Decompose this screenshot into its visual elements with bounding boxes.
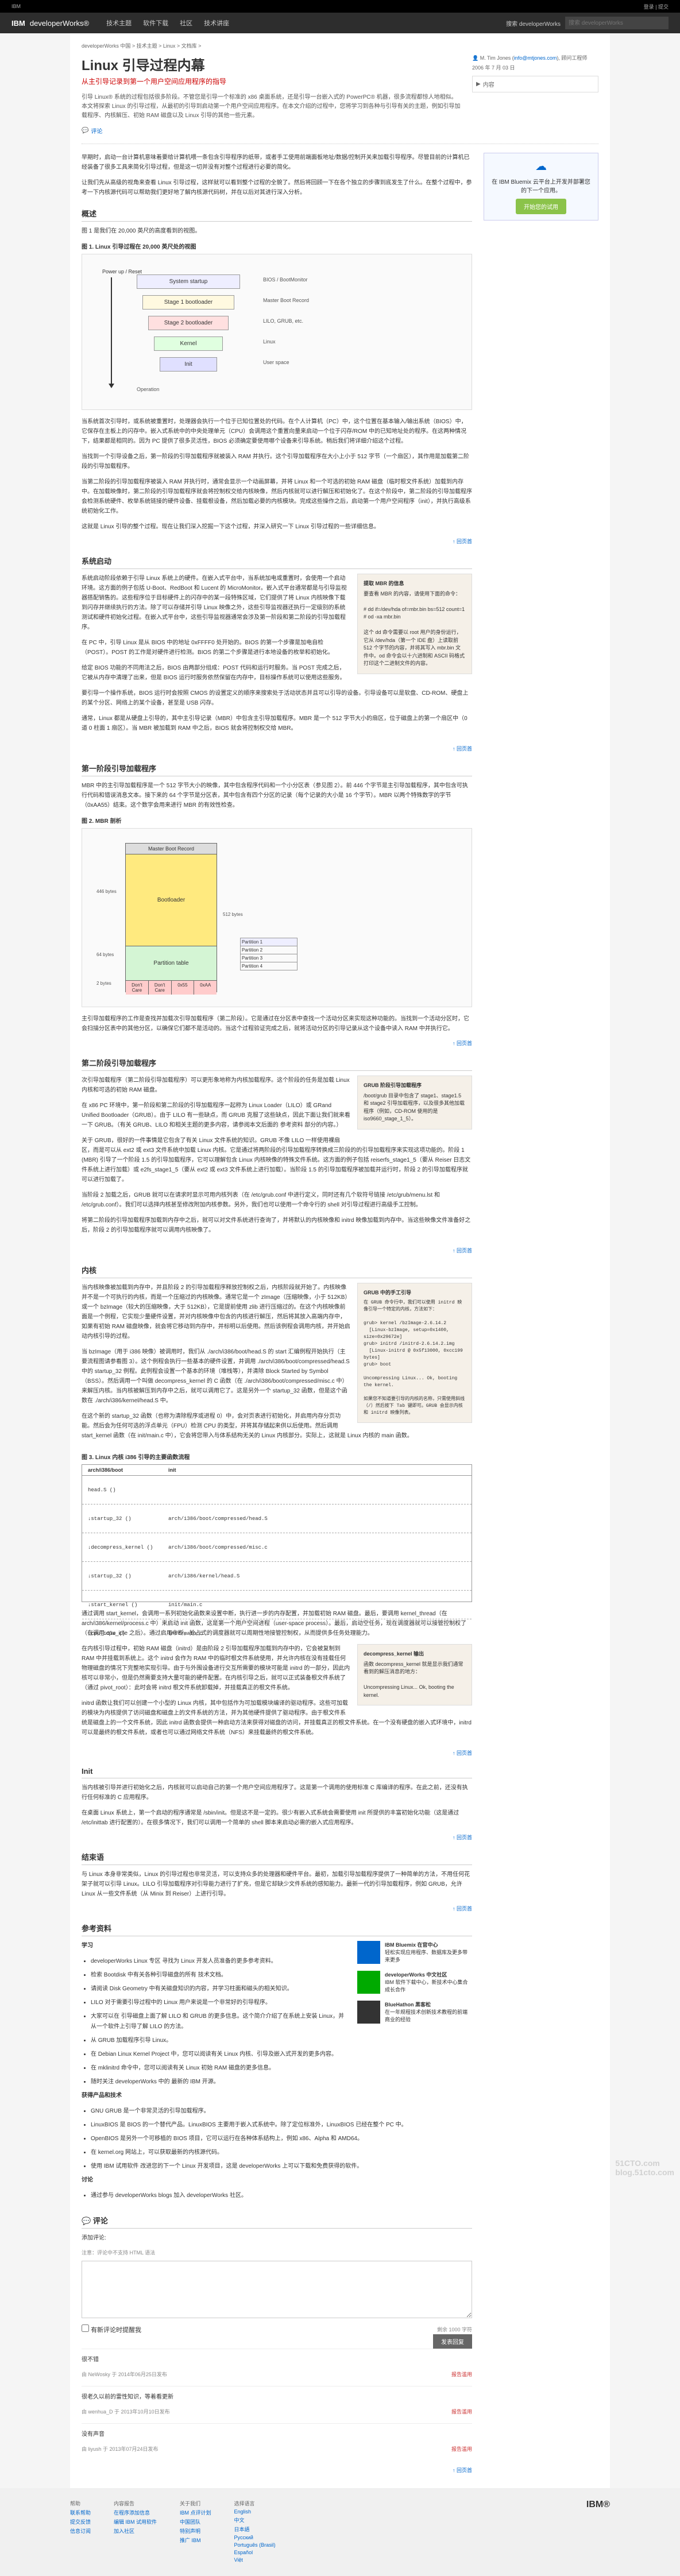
fig1-diagram: Power up / Reset System startup BIOS / B… <box>82 254 472 410</box>
back-top-link[interactable]: ↑ 回页首 <box>453 1906 472 1912</box>
back-top-link[interactable]: ↑ 回页首 <box>453 539 472 544</box>
nav-download[interactable]: 软件下载 <box>143 18 168 28</box>
fig3-title: 图 3. Linux 内核 i386 引导的主要函数流程 <box>82 1452 472 1461</box>
footer: 帮助联系帮助提交反馈信息订阅 内容报告在程序添加信息编辑 IBM 试用软件加入社… <box>0 2488 680 2576</box>
report-link[interactable]: 报告滥用 <box>451 2445 472 2453</box>
fig1-title: 图 1. Linux 引导过程在 20,000 英尺处的视图 <box>82 242 472 250</box>
p6: 这就是 Linux 引导的整个过程。现在让我们深入挖掘一下这个过程，并深入研究一… <box>82 522 472 532</box>
nav-community[interactable]: 社区 <box>180 18 192 28</box>
logo-dw[interactable]: developerWorks® <box>30 19 89 28</box>
search-input[interactable] <box>565 17 669 29</box>
back-top-link[interactable]: ↑ 回页首 <box>453 1750 472 1756</box>
promo-bluemix[interactable]: IBM Bluemix 在官中心轻松实现应用程序、数据库及更多带来更多 <box>357 1941 472 1964</box>
sec-stage1: 第一阶段引导加载程序 <box>82 763 472 776</box>
p16: 关于 GRUB，很好的一件事情是它包含了有关 Linux 文件系统的知识。GRU… <box>82 1136 472 1185</box>
sec-stage2: 第二阶段引导加载程序 <box>82 1057 472 1071</box>
p18: 将第二阶段的引导加载程序加载到内存中之后，就可以对文件系统进行查询了，并将默认的… <box>82 1216 472 1235</box>
main-nav: IBM developerWorks® 技术主题 软件下载 社区 技术讲座 搜索… <box>0 13 680 33</box>
sidebar-decompress: decompress_kernel 输出 函数 decompress_kerne… <box>357 1644 472 1705</box>
bluemix-try-button[interactable]: 开始您的试用 <box>516 199 566 214</box>
nav-talks[interactable]: 技术讲座 <box>204 18 229 28</box>
p5: 当第二阶段的引导加载程序被装入 RAM 并执行时，通常会显示一个动画屏幕，并将 … <box>82 477 472 516</box>
footer-col-content: 内容报告在程序添加信息编辑 IBM 试用软件加入社区 <box>114 2500 157 2565</box>
p1: 早期时，启动一台计算机意味着要给计算机喂一条包含引导程序的纸带，或者手工使用前端… <box>82 153 472 172</box>
bluemix-promo: ☁ 在 IBM Bluemix 云平台上开发并部署您的下一个应用。 开始您的试用 <box>484 153 598 221</box>
p11: 通常，Linux 都是从硬盘上引导的，其中主引导记录（MBR）中包含主引导加载程… <box>82 714 472 733</box>
refs-products: 获得产品和技术 <box>82 2091 472 2101</box>
nav-tech[interactable]: 技术主题 <box>106 18 132 28</box>
chars-remaining: 剩余 1000 字符 <box>437 2326 472 2333</box>
back-top-link[interactable]: ↑ 回页首 <box>453 2467 472 2473</box>
author-line: 👤 M. Tim Jones (info@mtjones.com), 顾问工程师 <box>472 54 598 61</box>
fig3-diagram: arch/i386/boot init head.S () ↓ startup_… <box>82 1464 472 1602</box>
report-link[interactable]: 报告滥用 <box>451 2408 472 2415</box>
ibm-mini-logo: IBM <box>11 3 21 9</box>
p25: 当内核被引导并进行初始化之后，内核就可以启动自己的第一个用户空间应用程序了。这是… <box>82 1783 472 1803</box>
promo-dw[interactable]: developerWorks 中文社区IBM 软件下载中心，新技术中心集合成长合… <box>357 1971 472 1994</box>
comment-form: 添加评论: 注意：评论中不支持 HTML 语法 有新评论时提醒我 剩余 1000… <box>82 2233 472 2349</box>
sec-kernel: 内核 <box>82 1264 472 1278</box>
comment-item: 没有声音 由 liyush 于 2013年07月24日发布 报告滥用 <box>82 2423 472 2461</box>
sidebar-grub-manual: GRUB 中的手工引导 在 GRUB 命令行中，我们可以使用 initrd 映像… <box>357 1283 472 1423</box>
report-link[interactable]: 报告滥用 <box>451 2370 472 2378</box>
p26: 在桌面 Linux 系统上，第一个启动的程序通常是 /sbin/init。但是这… <box>82 1808 472 1828</box>
search-label: 搜索 developerWorks <box>506 19 561 28</box>
back-top-link[interactable]: ↑ 回页首 <box>453 1248 472 1254</box>
search-box: 搜索 developerWorks <box>506 17 669 29</box>
p4: 当找到一个引导设备之后，第一阶段的引导加载程序就被装入 RAM 并执行。这个引导… <box>82 452 472 471</box>
fig2-title: 图 2. MBR 剖析 <box>82 816 472 825</box>
notify-checkbox[interactable]: 有新评论时提醒我 <box>82 2324 141 2334</box>
p13: 主引导加载程序的工作是查找并加载次引导加载程序（第二阶段）。它是通过在分区表中查… <box>82 1014 472 1034</box>
promo-bluehathon[interactable]: BlueHathon 黑客松在一年规程技术创新技术教程的前端商业的经验 <box>357 2001 472 2024</box>
back-top-link[interactable]: ↑ 回页首 <box>453 1041 472 1046</box>
back-top-link[interactable]: ↑ 回页首 <box>453 1835 472 1840</box>
comments-title: 💬 评论 <box>82 2215 472 2229</box>
p12: MBR 中的主引导加载程序是一个 512 字节大小的映像，其中包含程序代码和一个… <box>82 781 472 810</box>
sec-startup: 系统启动 <box>82 555 472 569</box>
p10: 要引导一个操作系统，BIOS 运行时会按照 CMOS 的设置定义的顺序来搜索处于… <box>82 689 472 708</box>
comment-textarea[interactable] <box>82 2261 472 2318</box>
sec-conclusion: 结束语 <box>82 1851 472 1865</box>
footer-col-lang: 选择语言English中文日本語РусскийPortuguês (Brasil… <box>234 2500 276 2565</box>
ibm-footer-logo: IBM® <box>586 2500 610 2565</box>
page-title: Linux 引导过程内幕 <box>82 54 461 74</box>
sec-refs: 参考资料 <box>82 1923 472 1936</box>
refs-discuss: 讨论 <box>82 2175 472 2185</box>
sidebar-mbr: 提取 MBR 的信息 要查看 MBR 的内容，请使用下面的命令： # dd if… <box>357 574 472 674</box>
author-email[interactable]: info@mtjones.com <box>514 55 557 61</box>
sec-overview: 概述 <box>82 208 472 222</box>
back-top-link[interactable]: ↑ 回页首 <box>453 746 472 752</box>
p3: 当系统首次引导时，或系统被重置时，处理器会执行一个位于已知位置处的代码。在个人计… <box>82 417 472 446</box>
watermark: 51CTO.com blog.51cto.com <box>615 2159 674 2177</box>
p27: 与 Linux 本身非常类似，Linux 的引导过程也非常灵活，可以支持众多的处… <box>82 1870 472 1899</box>
refs-discuss-list: 通过参与 developerWorks blogs 加入 developerWo… <box>82 2191 472 2201</box>
refs-products-list: GNU GRUB 是一个非常灵活的引导加载程序。 LinuxBIOS 是 BIO… <box>82 2106 472 2172</box>
page-subtitle: 从主引导记录到第一个用户空间应用程序的指导 <box>82 76 461 86</box>
date-line: 2006 年 7 月 03 日 <box>472 64 598 71</box>
breadcrumb[interactable]: developerWorks 中国 > 技术主题 > Linux > 文档库 > <box>82 42 598 49</box>
sec-init: Init <box>82 1767 472 1778</box>
fig2-diagram: 446 bytes 64 bytes 2 bytes 512 bytes Mas… <box>82 828 472 1007</box>
toc-toggle[interactable]: ▶ 内容 <box>472 76 598 92</box>
intro-text: 引导 Linux® 系统的过程包括很多阶段。不管您是引导一个标准的 x86 桌面… <box>82 93 461 121</box>
top-right-links[interactable]: 登录 | 提交 <box>644 3 669 10</box>
submit-comment-button[interactable]: 发表回复 <box>433 2334 472 2349</box>
footer-col-about: 关于我们IBM 点评计划中国团队特别声明推广 IBM <box>180 2500 211 2565</box>
sidebar-grub: GRUB 阶段引导加载程序 /boot/grub 目录中包含了 stage1、s… <box>357 1076 472 1130</box>
logo-ibm: IBM <box>11 19 25 28</box>
comment-item: 很不错 由 NeWosky 于 2014年06月25日发布 报告滥用 <box>82 2349 472 2386</box>
p2: 让我们先从高级的视角来查看 Linux 引导过程，这样就可以看到整个过程的全貌了… <box>82 178 472 198</box>
p17: 当阶段 2 加载之后，GRUB 就可以在请求时显示可用内核列表（在 /etc/g… <box>82 1190 472 1210</box>
promo-cards: IBM Bluemix 在官中心轻松实现应用程序、数据库及更多带来更多 deve… <box>357 1941 472 2030</box>
top-bar: IBM 登录 | 提交 <box>0 0 680 13</box>
comment-link[interactable]: 💬 评论 <box>82 126 102 135</box>
footer-col-help: 帮助联系帮助提交反馈信息订阅 <box>70 2500 91 2565</box>
fig1-caption: 图 1 是我们在 20,000 英尺的高度看到的视图。 <box>82 226 472 236</box>
comment-item: 很老久以前的雷性知识，等着看更新 由 wenhua_D 于 2013年10月10… <box>82 2386 472 2423</box>
